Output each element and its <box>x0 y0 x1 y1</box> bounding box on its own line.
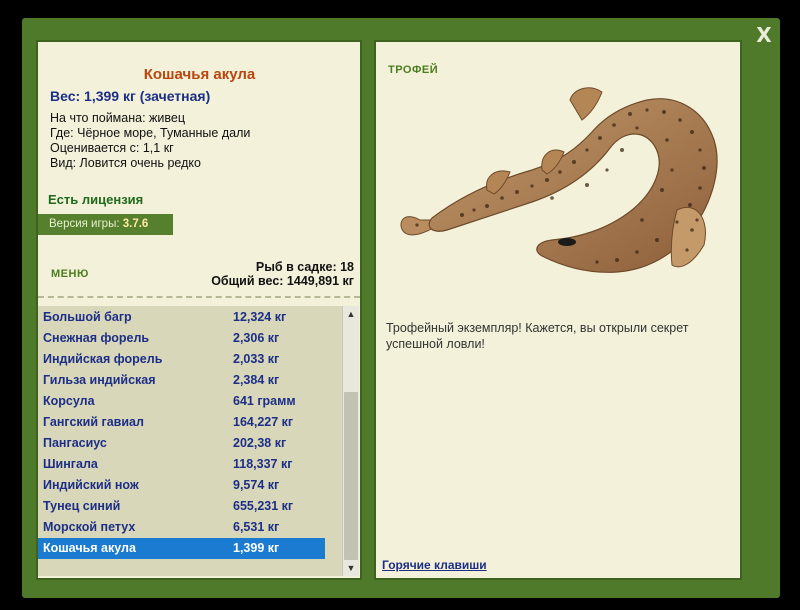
catch-list-item[interactable]: Пангасиус 202,38 кг <box>38 433 325 454</box>
fish-title: Кошачья акула <box>143 66 256 83</box>
catch-fish-weight: 9,574 кг <box>233 478 280 492</box>
catch-fish-weight: 655,231 кг <box>233 499 294 513</box>
catch-fish-name: Снежная форель <box>43 331 150 345</box>
catch-fish-name: Гильза индийская <box>43 373 156 387</box>
fish-bait: На что поймана: живец <box>50 111 185 125</box>
catch-fish-name: Гангский гавиал <box>43 415 144 429</box>
hotkeys-link[interactable]: Горячие клавиши <box>382 558 487 572</box>
catch-fish-weight: 118,337 кг <box>233 457 293 471</box>
game-version: Версия игры: 3.7.6 <box>38 214 173 235</box>
catch-fish-weight: 202,38 кг <box>233 436 287 450</box>
license-status: Есть лицензия <box>48 192 144 207</box>
divider <box>38 296 360 298</box>
close-button[interactable]: X <box>753 24 775 46</box>
total-weight: Общий вес: 1449,891 кг <box>211 274 354 288</box>
catch-fish-weight: 2,384 кг <box>233 373 280 387</box>
catch-fish-name: Тунец синий <box>43 499 121 513</box>
catch-list-item[interactable]: Корсула 641 грамм <box>38 391 325 412</box>
version-value: 3.7.6 <box>122 218 149 230</box>
catch-fish-weight: 12,324 кг <box>233 310 287 324</box>
version-label: Версия игры: <box>49 218 120 230</box>
scrollbar-thumb[interactable] <box>344 392 358 560</box>
scroll-down-icon[interactable]: ▼ <box>343 560 359 576</box>
menu-button[interactable]: МЕНЮ <box>51 268 89 280</box>
catch-list-item[interactable]: Гильза индийская 2,384 кг <box>38 370 325 391</box>
catch-fish-name: Корсула <box>43 394 95 408</box>
catch-fish-name: Большой багр <box>43 310 132 324</box>
catch-list-item[interactable]: Большой багр 12,324 кг <box>38 307 325 328</box>
catch-fish-weight: 2,306 кг <box>233 331 280 345</box>
fish-value: Оценивается с: 1,1 кг <box>50 141 174 155</box>
fish-count: Рыб в садке: 18 <box>255 260 354 274</box>
catch-fish-weight: 641 грамм <box>233 394 296 408</box>
catch-fish-name: Кошачья акула <box>43 541 136 555</box>
catch-list-item[interactable]: Снежная форель 2,306 кг <box>38 328 325 349</box>
catch-fish-name: Шингала <box>43 457 98 471</box>
shark-image <box>400 87 718 273</box>
catch-list-item[interactable]: Шингала 118,337 кг <box>38 454 325 475</box>
catch-fish-weight: 6,531 кг <box>233 520 280 534</box>
catch-fish-name: Пангасиус <box>43 436 107 450</box>
catch-fish-weight: 1,399 кг <box>233 541 280 555</box>
catch-list-item[interactable]: Индийский нож 9,574 кг <box>38 475 325 496</box>
catch-list-item[interactable]: Морской петух 6,531 кг <box>38 517 325 538</box>
catch-fish-name: Морской петух <box>43 520 136 534</box>
catch-fish-weight: 2,033 кг <box>233 352 280 366</box>
catch-list[interactable]: Большой багр 12,324 кг Снежная форель 2,306… <box>38 306 342 576</box>
catch-list-item[interactable]: Гангский гавиал 164,227 кг <box>38 412 325 433</box>
catch-fish-name: Индийский нож <box>43 478 139 492</box>
fish-rarity: Вид: Ловится очень редко <box>50 156 201 170</box>
trophy-description: Трофейный экземпляр! Кажется, вы открыли… <box>386 321 689 351</box>
scrollbar[interactable]: ▲ ▼ <box>342 306 359 576</box>
catch-fish-name: Индийская форель <box>43 352 163 366</box>
fish-location: Где: Чёрное море, Туманные дали <box>50 126 251 140</box>
catch-list-item[interactable]: Индийская форель 2,033 кг <box>38 349 325 370</box>
catch-list-item[interactable]: Тунец синий 655,231 кг <box>38 496 325 517</box>
scroll-up-icon[interactable]: ▲ <box>343 306 359 322</box>
catch-fish-weight: 164,227 кг <box>233 415 294 429</box>
catch-list-item[interactable]: Кошачья акула 1,399 кг <box>38 538 325 559</box>
fish-weight: Вес: 1,399 кг (зачетная) <box>50 88 211 104</box>
